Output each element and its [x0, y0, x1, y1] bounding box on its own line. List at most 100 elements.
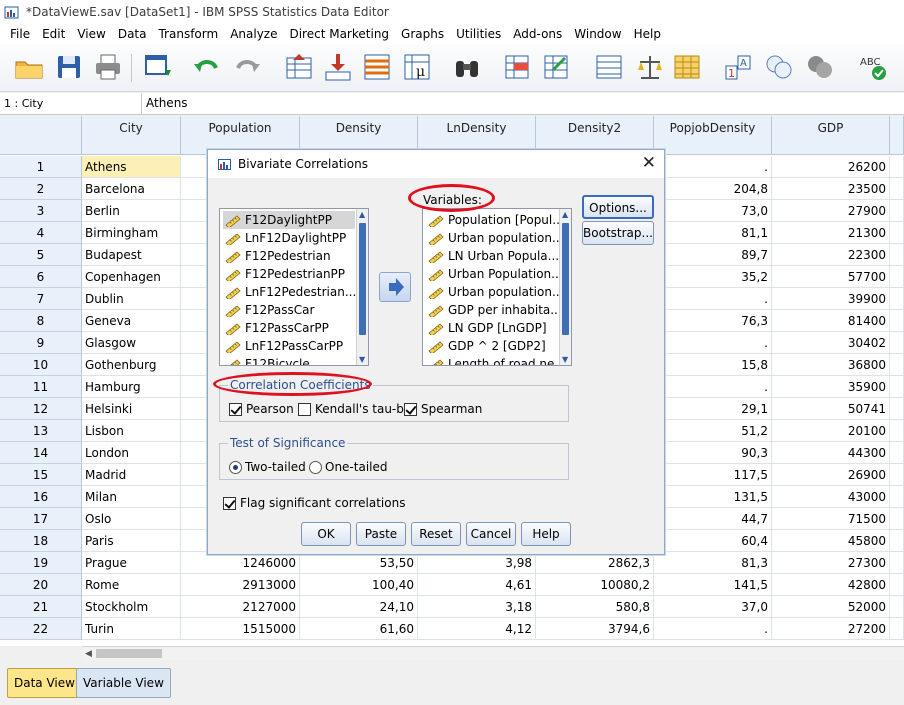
- table-cell-gdp[interactable]: 36800: [772, 354, 890, 376]
- list-item[interactable]: Urban population...: [426, 229, 563, 247]
- table-cell-gdp[interactable]: 57700: [772, 266, 890, 288]
- list-item[interactable]: F12DaylightPP: [223, 211, 355, 229]
- table-cell-gdp[interactable]: 81400: [772, 310, 890, 332]
- table-cell-city[interactable]: Milan: [82, 486, 181, 508]
- table-cell-city[interactable]: Birmingham: [82, 222, 181, 244]
- table-cell-popjob[interactable]: 29,1: [654, 398, 772, 420]
- menu-edit[interactable]: Edit: [36, 27, 71, 41]
- ok-button[interactable]: OK: [301, 522, 351, 546]
- table-cell-gdp[interactable]: 23500: [772, 178, 890, 200]
- table-cell-popjob[interactable]: 44,7: [654, 508, 772, 530]
- table-cell-city[interactable]: Athens: [82, 156, 181, 178]
- table-cell-popjob[interactable]: 117,5: [654, 464, 772, 486]
- table-cell-population[interactable]: 2127000: [181, 596, 300, 618]
- table-cell-next[interactable]: [890, 310, 904, 332]
- row-number[interactable]: 9: [0, 332, 82, 354]
- flag-significant-checkbox[interactable]: [223, 497, 236, 510]
- table-cell-city[interactable]: Helsinki: [82, 398, 181, 420]
- table-cell-next[interactable]: [890, 508, 904, 530]
- go-to-variable-icon[interactable]: [323, 52, 353, 82]
- pearson-checkbox[interactable]: [229, 403, 242, 416]
- value-labels-icon[interactable]: μ: [402, 52, 432, 82]
- table-cell-city[interactable]: Prague: [82, 552, 181, 574]
- target-list-scrollbar[interactable]: ▲ ▼: [559, 209, 571, 365]
- table-cell-next[interactable]: [890, 222, 904, 244]
- help-button[interactable]: Help: [521, 522, 571, 546]
- table-cell-density[interactable]: 61,60: [300, 618, 418, 640]
- list-item[interactable]: GDP per inhabita...: [426, 301, 562, 319]
- row-number[interactable]: 16: [0, 486, 82, 508]
- scroll-left-arrow-icon[interactable]: ◀: [85, 649, 92, 659]
- table-cell-next[interactable]: [890, 376, 904, 398]
- table-cell-population[interactable]: 1246000: [181, 552, 300, 574]
- list-item[interactable]: LnF12Pedestrian...: [223, 283, 356, 301]
- column-header-city[interactable]: City: [82, 116, 181, 155]
- bootstrap-button[interactable]: Bootstrap...: [582, 221, 654, 245]
- table-cell-next[interactable]: [890, 200, 904, 222]
- row-number[interactable]: 14: [0, 442, 82, 464]
- undo-icon[interactable]: [192, 52, 222, 82]
- tab-variable-view[interactable]: Variable View: [76, 668, 171, 698]
- list-item[interactable]: Population [Popul...: [426, 211, 564, 229]
- value-labels-toggle-icon[interactable]: 1A: [723, 52, 753, 82]
- table-cell-city[interactable]: Berlin: [82, 200, 181, 222]
- row-number[interactable]: 10: [0, 354, 82, 376]
- table-cell-gdp[interactable]: 52000: [772, 596, 890, 618]
- scroll-up-arrow-icon[interactable]: ▲: [562, 210, 568, 219]
- table-cell-gdp[interactable]: 71500: [772, 508, 890, 530]
- table-cell-popjob[interactable]: 60,4: [654, 530, 772, 552]
- table-cell-gdp[interactable]: 27200: [772, 618, 890, 640]
- table-cell-gdp[interactable]: 26200: [772, 156, 890, 178]
- row-number[interactable]: 2: [0, 178, 82, 200]
- list-item[interactable]: F12Pedestrian: [223, 247, 355, 265]
- reset-button[interactable]: Reset: [411, 522, 461, 546]
- table-cell-popjob[interactable]: 90,3: [654, 442, 772, 464]
- scroll-down-arrow-icon[interactable]: ▼: [562, 355, 568, 364]
- table-cell-density[interactable]: 100,40: [300, 574, 418, 596]
- table-cell-next[interactable]: [890, 332, 904, 354]
- row-number[interactable]: 19: [0, 552, 82, 574]
- row-number[interactable]: 20: [0, 574, 82, 596]
- table-cell-city[interactable]: Barcelona: [82, 178, 181, 200]
- scrollbar-thumb[interactable]: [96, 649, 162, 658]
- table-cell-density[interactable]: 24,10: [300, 596, 418, 618]
- table-cell-gdp[interactable]: 26900: [772, 464, 890, 486]
- table-cell-city[interactable]: London: [82, 442, 181, 464]
- menu-graphs[interactable]: Graphs: [395, 27, 450, 41]
- table-cell-popjob[interactable]: .: [654, 376, 772, 398]
- row-number[interactable]: 18: [0, 530, 82, 552]
- spell-check-icon[interactable]: ABC: [858, 52, 888, 82]
- row-number[interactable]: 7: [0, 288, 82, 310]
- table-cell-density2[interactable]: 2862,3: [536, 552, 654, 574]
- table-cell-popjob[interactable]: 76,3: [654, 310, 772, 332]
- table-cell-next[interactable]: [890, 398, 904, 420]
- table-cell-density[interactable]: 53,50: [300, 552, 418, 574]
- list-item[interactable]: Urban Population...: [426, 265, 563, 283]
- row-number[interactable]: 6: [0, 266, 82, 288]
- table-cell-population[interactable]: 1515000: [181, 618, 300, 640]
- row-number[interactable]: 4: [0, 222, 82, 244]
- menu-view[interactable]: View: [71, 27, 111, 41]
- table-cell-density2[interactable]: 10080,2: [536, 574, 654, 596]
- table-cell-popjob[interactable]: 35,2: [654, 266, 772, 288]
- table-cell-city[interactable]: Hamburg: [82, 376, 181, 398]
- table-cell-city[interactable]: Gothenburg: [82, 354, 181, 376]
- table-cell-city[interactable]: Paris: [82, 530, 181, 552]
- list-item[interactable]: F12PedestrianPP: [223, 265, 355, 283]
- show-all-variables-icon[interactable]: [805, 52, 835, 82]
- cancel-button[interactable]: Cancel: [466, 522, 516, 546]
- table-cell-next[interactable]: [890, 442, 904, 464]
- table-cell-lndensity[interactable]: 3,18: [418, 596, 536, 618]
- table-cell-density2[interactable]: 3794,6: [536, 618, 654, 640]
- table-cell-popjob[interactable]: 15,8: [654, 354, 772, 376]
- list-item[interactable]: LnF12DaylightPP: [223, 229, 355, 247]
- table-cell-city[interactable]: Dublin: [82, 288, 181, 310]
- table-cell-city[interactable]: Madrid: [82, 464, 181, 486]
- cell-value-editor[interactable]: Athens: [146, 93, 188, 114]
- menu-file[interactable]: File: [4, 27, 36, 41]
- row-number[interactable]: 22: [0, 618, 82, 640]
- menu-analyze[interactable]: Analyze: [224, 27, 283, 41]
- table-cell-next[interactable]: [890, 420, 904, 442]
- row-number[interactable]: 13: [0, 420, 82, 442]
- table-cell-popjob[interactable]: 81,1: [654, 222, 772, 244]
